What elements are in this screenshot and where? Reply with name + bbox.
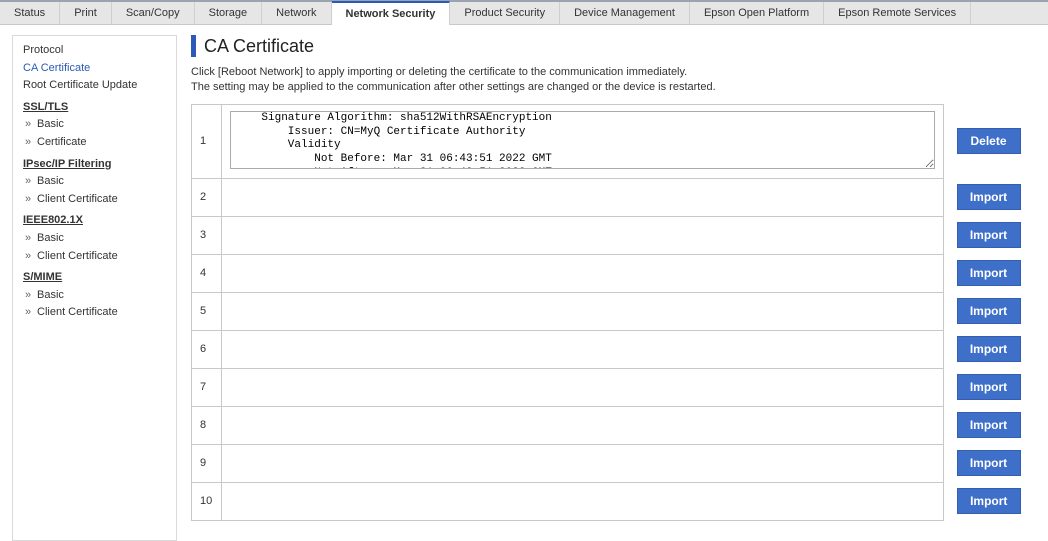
cert-row: 2 Import	[192, 178, 1034, 216]
delete-button[interactable]: Delete	[957, 128, 1021, 154]
cert-row: 8 Import	[192, 406, 1034, 444]
cert-row-number: 2	[192, 178, 222, 216]
cert-row-action-cell: Import	[944, 482, 1034, 520]
sidebar-item-ca-certificate[interactable]: CA Certificate	[23, 60, 166, 78]
cert-row: 10 Import	[192, 482, 1034, 520]
tab-product-security[interactable]: Product Security	[450, 2, 560, 24]
help-line-2: The setting may be applied to the commun…	[191, 80, 1034, 95]
cert-row-action-cell: Import	[944, 254, 1034, 292]
help-text: Click [Reboot Network] to apply importin…	[191, 65, 1034, 96]
sidebar-item-basic[interactable]: Basic	[23, 230, 166, 248]
cert-row-number: 7	[192, 368, 222, 406]
cert-row-content	[222, 178, 944, 216]
cert-row-number: 5	[192, 292, 222, 330]
sidebar-item-ipsec-ip-filtering[interactable]: IPsec/IP Filtering	[23, 156, 166, 174]
cert-row-action-cell: Import	[944, 292, 1034, 330]
cert-details-textarea[interactable]	[230, 111, 935, 169]
help-line-1: Click [Reboot Network] to apply importin…	[191, 65, 1034, 80]
top-tabs: StatusPrintScan/CopyStorageNetworkNetwor…	[0, 2, 1048, 25]
tab-print[interactable]: Print	[60, 2, 112, 24]
title-accent	[191, 35, 196, 57]
sidebar-item-basic[interactable]: Basic	[23, 287, 166, 305]
import-button[interactable]: Import	[957, 222, 1021, 248]
cert-row-action-cell: Import	[944, 368, 1034, 406]
import-button[interactable]: Import	[957, 374, 1021, 400]
sidebar-item-client-certificate[interactable]: Client Certificate	[23, 191, 166, 209]
sidebar-item-client-certificate[interactable]: Client Certificate	[23, 248, 166, 266]
tab-network-security[interactable]: Network Security	[332, 1, 451, 25]
cert-row: 1 Delete	[192, 104, 1034, 178]
cert-row-action-cell: Delete	[944, 104, 1034, 178]
cert-row-content	[222, 330, 944, 368]
cert-row-action-cell: Import	[944, 178, 1034, 216]
import-button[interactable]: Import	[957, 298, 1021, 324]
cert-row-content	[222, 216, 944, 254]
import-button[interactable]: Import	[957, 184, 1021, 210]
cert-row-content	[222, 254, 944, 292]
sidebar-item-s-mime[interactable]: S/MIME	[23, 269, 166, 287]
cert-row-content	[222, 406, 944, 444]
cert-row-content	[222, 368, 944, 406]
import-button[interactable]: Import	[957, 488, 1021, 514]
sidebar-item-ieee802-1x[interactable]: IEEE802.1X	[23, 212, 166, 230]
cert-row-action-cell: Import	[944, 406, 1034, 444]
cert-row: 9 Import	[192, 444, 1034, 482]
tab-epson-open-platform[interactable]: Epson Open Platform	[690, 2, 824, 24]
sidebar-item-basic[interactable]: Basic	[23, 173, 166, 191]
cert-row: 6 Import	[192, 330, 1034, 368]
tab-epson-remote-services[interactable]: Epson Remote Services	[824, 2, 971, 24]
sidebar: ProtocolCA CertificateRoot Certificate U…	[12, 35, 177, 541]
cert-row-number: 3	[192, 216, 222, 254]
sidebar-item-ssl-tls[interactable]: SSL/TLS	[23, 99, 166, 117]
cert-row-content	[222, 104, 944, 178]
import-button[interactable]: Import	[957, 412, 1021, 438]
cert-row-number: 9	[192, 444, 222, 482]
cert-row: 7 Import	[192, 368, 1034, 406]
tab-scan-copy[interactable]: Scan/Copy	[112, 2, 195, 24]
sidebar-item-basic[interactable]: Basic	[23, 116, 166, 134]
main-content: CA Certificate Click [Reboot Network] to…	[177, 25, 1048, 541]
certificate-table: 1 Delete 2 Import 3 Import 4 Import 5 Import 6 Impo…	[191, 104, 1034, 521]
import-button[interactable]: Import	[957, 336, 1021, 362]
cert-row-number: 1	[192, 104, 222, 178]
cert-row-action-cell: Import	[944, 330, 1034, 368]
sidebar-item-client-certificate[interactable]: Client Certificate	[23, 304, 166, 322]
cert-row-content	[222, 444, 944, 482]
tab-network[interactable]: Network	[262, 2, 331, 24]
cert-row: 5 Import	[192, 292, 1034, 330]
cert-row-content	[222, 482, 944, 520]
tab-status[interactable]: Status	[0, 2, 60, 24]
cert-row-number: 8	[192, 406, 222, 444]
cert-row-action-cell: Import	[944, 216, 1034, 254]
import-button[interactable]: Import	[957, 260, 1021, 286]
cert-row: 4 Import	[192, 254, 1034, 292]
cert-row-action-cell: Import	[944, 444, 1034, 482]
cert-row-number: 6	[192, 330, 222, 368]
sidebar-item-protocol[interactable]: Protocol	[23, 42, 166, 60]
import-button[interactable]: Import	[957, 450, 1021, 476]
cert-row-number: 4	[192, 254, 222, 292]
cert-row-number: 10	[192, 482, 222, 520]
page-title: CA Certificate	[204, 36, 314, 57]
cert-row: 3 Import	[192, 216, 1034, 254]
cert-row-content	[222, 292, 944, 330]
sidebar-item-certificate[interactable]: Certificate	[23, 134, 166, 152]
tab-device-management[interactable]: Device Management	[560, 2, 690, 24]
tab-storage[interactable]: Storage	[195, 2, 263, 24]
sidebar-item-root-certificate-update[interactable]: Root Certificate Update	[23, 77, 166, 95]
